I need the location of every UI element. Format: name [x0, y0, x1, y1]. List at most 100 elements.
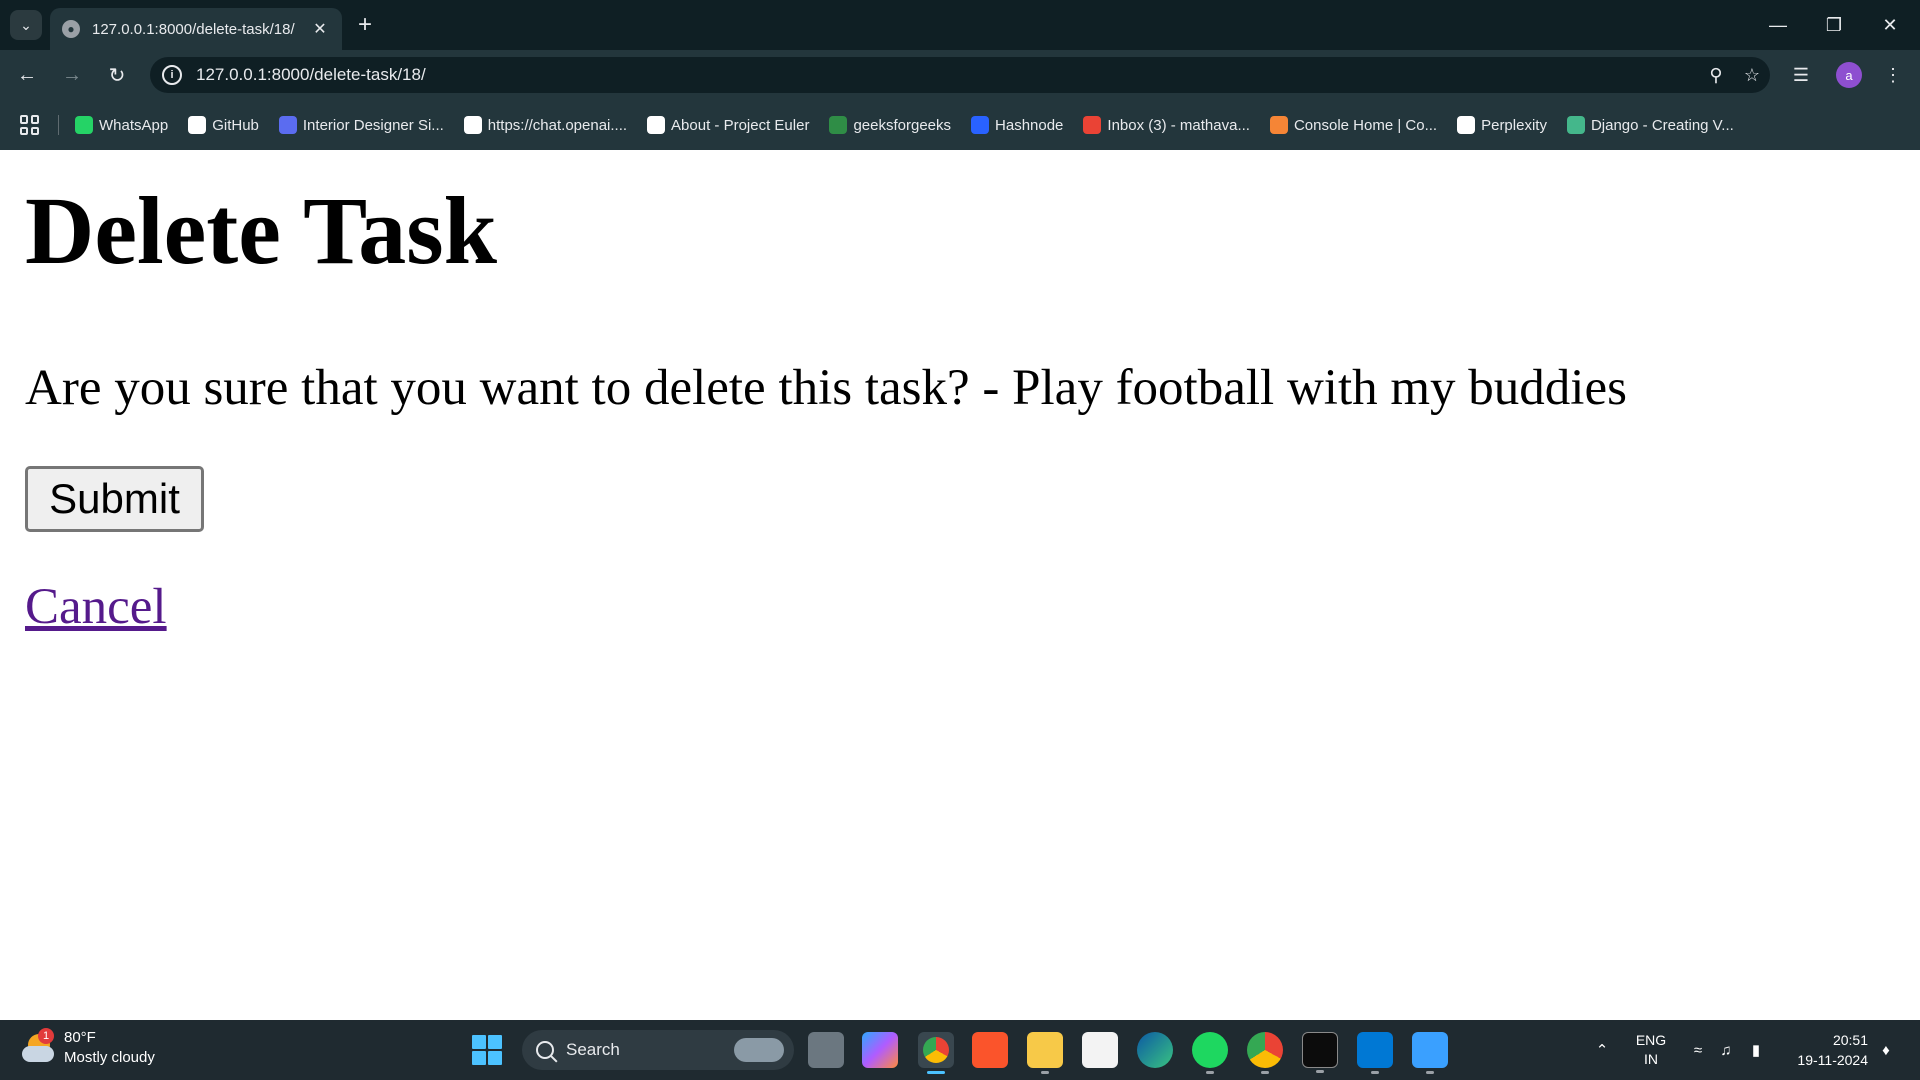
- bookmark-star-icon[interactable]: ☆: [1734, 65, 1770, 86]
- delete-confirmation-text: Are you sure that you want to delete thi…: [25, 360, 1627, 416]
- bookmark-item[interactable]: About - Project Euler: [647, 116, 809, 134]
- bookmark-label: About - Project Euler: [671, 116, 810, 134]
- globe-icon: ●: [62, 20, 80, 38]
- plus-icon: +: [357, 11, 372, 38]
- task-view-icon[interactable]: [808, 1032, 844, 1068]
- chevron-down-icon: ⌄: [20, 16, 32, 33]
- tab-active[interactable]: ● 127.0.0.1:8000/delete-task/18/ ✕: [50, 8, 342, 50]
- designer-icon: [278, 116, 297, 134]
- perplexity-icon: [1457, 116, 1476, 134]
- search-icon: [536, 1041, 554, 1059]
- chrome-profile-icon[interactable]: [1247, 1032, 1283, 1074]
- brave-icon[interactable]: [972, 1032, 1008, 1068]
- page-content: Delete Task Are you sure that you want t…: [0, 150, 1920, 1020]
- apps-grid-icon[interactable]: [20, 115, 40, 135]
- submit-button[interactable]: Submit: [25, 466, 204, 532]
- bookmark-item[interactable]: WhatsApp: [75, 116, 168, 134]
- bookmark-item[interactable]: geeksforgeeks: [829, 116, 951, 134]
- battery-icon[interactable]: ▮: [1744, 1020, 1768, 1080]
- new-tab-button[interactable]: +: [352, 11, 378, 38]
- bookmark-item[interactable]: Interior Designer Si...: [278, 116, 444, 134]
- file-explorer-icon[interactable]: [1027, 1032, 1063, 1074]
- search-label: Search: [566, 1040, 620, 1059]
- terminal-icon[interactable]: [1302, 1032, 1338, 1073]
- queue-music-icon: ☰: [1792, 64, 1810, 85]
- hashnode-icon: [971, 116, 990, 134]
- clock-date: 19-11-2024: [1797, 1052, 1868, 1068]
- close-window-button[interactable]: ✕: [1862, 0, 1918, 50]
- bookmark-label: Interior Designer Si...: [302, 116, 444, 134]
- tab-title: 127.0.0.1:8000/delete-task/18/: [92, 20, 295, 38]
- region-code: IN: [1644, 1051, 1658, 1067]
- menu-button[interactable]: ⋮: [1878, 60, 1908, 90]
- page-title: Delete Task: [25, 177, 498, 284]
- weather-widget[interactable]: 1 80°F Mostly cloudy: [20, 1028, 155, 1068]
- bookmark-label: Inbox (3) - mathava...: [1107, 116, 1250, 134]
- spotify-icon[interactable]: [1192, 1032, 1228, 1074]
- taskbar-search[interactable]: Search: [522, 1030, 794, 1070]
- search-highlight-image: [734, 1038, 784, 1062]
- clock-time: 20:51: [1832, 1032, 1868, 1048]
- github-icon: [188, 116, 207, 134]
- bookmark-item[interactable]: Inbox (3) - mathava...: [1083, 116, 1250, 134]
- vscode-icon[interactable]: [1357, 1032, 1393, 1074]
- bookmark-item[interactable]: Perplexity: [1457, 116, 1547, 134]
- photos-icon[interactable]: [1412, 1032, 1448, 1074]
- language-code: ENG: [1635, 1032, 1667, 1048]
- gmail-icon: [1083, 116, 1102, 134]
- back-button[interactable]: ←: [12, 60, 42, 90]
- bookmark-label: https://chat.openai....: [487, 116, 628, 134]
- edge-icon[interactable]: [1137, 1032, 1173, 1068]
- microsoft-store-icon[interactable]: [1082, 1032, 1118, 1068]
- bookmark-item[interactable]: Hashnode: [971, 116, 1063, 134]
- whatsapp-icon: [75, 116, 93, 134]
- close-tab-icon[interactable]: ✕: [310, 19, 330, 39]
- bookmark-label: Hashnode: [995, 116, 1064, 134]
- weather-condition: Mostly cloudy: [64, 1049, 155, 1066]
- windows-taskbar: 1 80°F Mostly cloudy Search ⌃ ENG IN ≈ ♫…: [0, 1020, 1920, 1080]
- tab-search-button[interactable]: ⌄: [10, 10, 42, 40]
- django-icon: [1566, 116, 1585, 134]
- weather-cloudy-icon: 1: [20, 1028, 56, 1066]
- cancel-link[interactable]: Cancel: [25, 578, 167, 636]
- profile-button[interactable]: a: [1834, 60, 1864, 90]
- geeksforgeeks-icon: [829, 116, 848, 134]
- zoom-icon[interactable]: ⚲: [1698, 65, 1734, 86]
- bookmark-label: GitHub: [212, 116, 259, 134]
- close-icon: ✕: [1882, 14, 1898, 35]
- media-controls-button[interactable]: ☰: [1786, 60, 1816, 90]
- minimize-icon: —: [1769, 14, 1787, 35]
- clock[interactable]: 20:51 19-11-2024: [1778, 1020, 1868, 1080]
- openai-icon: [463, 116, 482, 134]
- url-text[interactable]: 127.0.0.1:8000/delete-task/18/: [196, 65, 1698, 85]
- address-bar[interactable]: i 127.0.0.1:8000/delete-task/18/ ⚲ ☆: [150, 57, 1770, 93]
- arrow-left-icon: ←: [17, 63, 37, 86]
- restore-icon: ❐: [1825, 14, 1843, 35]
- copilot-icon[interactable]: [862, 1032, 898, 1068]
- input-language-indicator[interactable]: ENG IN: [1624, 1020, 1678, 1080]
- show-hidden-icons-button[interactable]: ⌃: [1590, 1020, 1614, 1080]
- minimize-button[interactable]: —: [1750, 0, 1806, 50]
- forward-button[interactable]: →: [57, 60, 87, 90]
- wifi-icon[interactable]: ≈: [1686, 1020, 1710, 1080]
- bookmark-item[interactable]: Console Home | Co...: [1269, 116, 1437, 134]
- bookmark-label: geeksforgeeks: [853, 116, 952, 134]
- windows-start-icon[interactable]: [472, 1035, 502, 1065]
- bookmarks-bar: WhatsApp GitHub Interior Designer Si... htt…: [0, 100, 1920, 150]
- bookmark-label: Django - Creating V...: [1590, 116, 1734, 134]
- arrow-right-icon: →: [62, 63, 82, 86]
- restore-button[interactable]: ❐: [1806, 0, 1862, 50]
- project-euler-icon: [647, 116, 666, 134]
- chrome-icon[interactable]: [918, 1032, 954, 1074]
- bookmark-item[interactable]: Django - Creating V...: [1566, 116, 1734, 134]
- reload-icon: ↻: [108, 64, 126, 87]
- volume-icon[interactable]: ♫: [1714, 1020, 1738, 1080]
- aws-console-icon: [1269, 116, 1288, 134]
- notification-bell-icon[interactable]: ♦: [1874, 1020, 1898, 1080]
- site-info-icon[interactable]: i: [162, 65, 182, 85]
- bookmark-label: WhatsApp: [99, 116, 169, 134]
- reload-button[interactable]: ↻: [102, 60, 132, 90]
- bookmark-item[interactable]: GitHub: [188, 116, 259, 134]
- bookmark-item[interactable]: https://chat.openai....: [463, 116, 628, 134]
- weather-temperature: 80°F: [64, 1029, 96, 1046]
